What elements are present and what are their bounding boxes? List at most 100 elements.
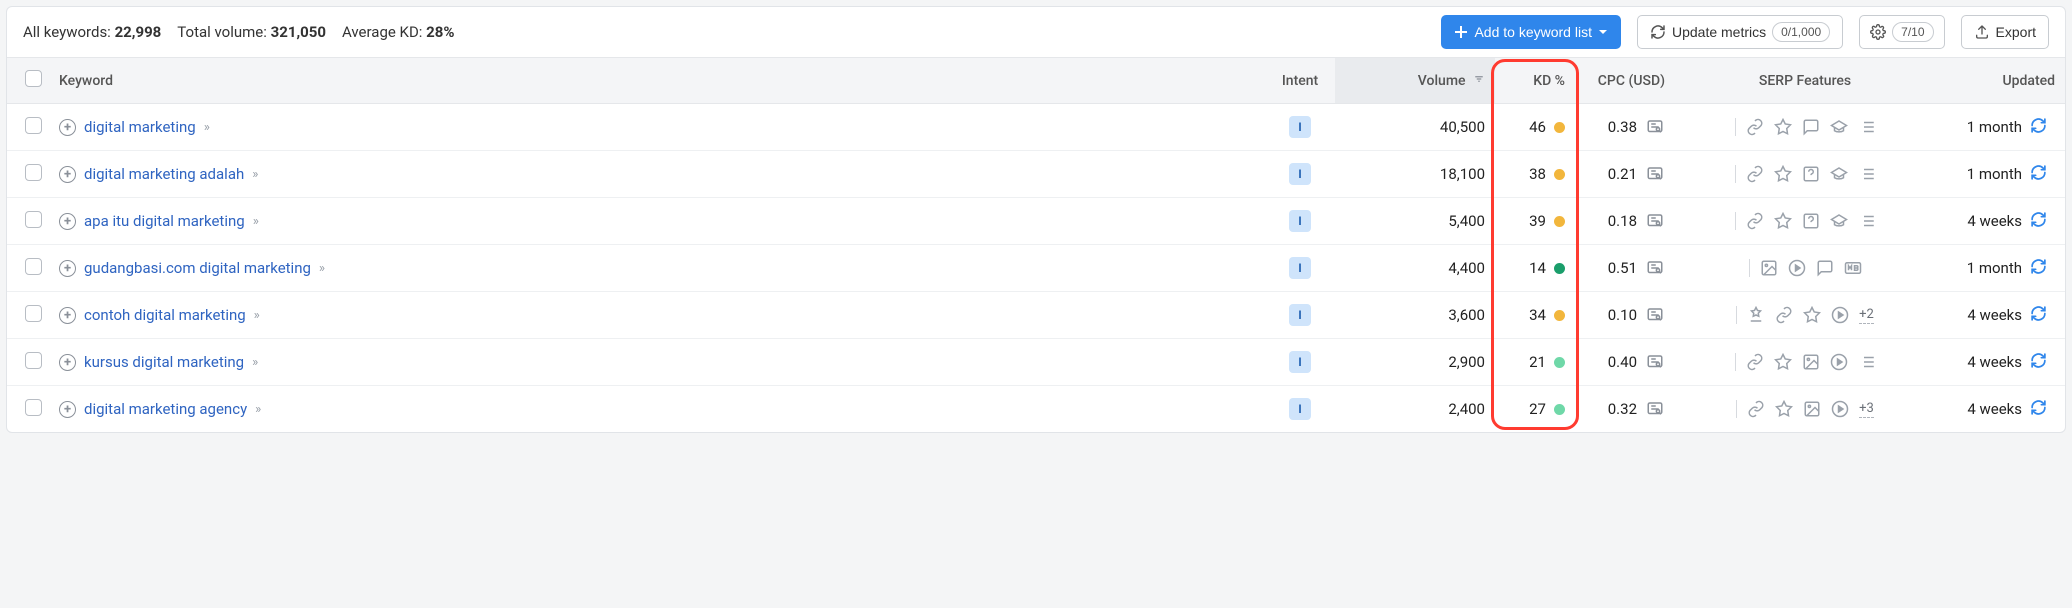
serp-overview-icon[interactable] [1645, 400, 1665, 418]
column-serp[interactable]: SERP Features [1675, 58, 1935, 104]
star-icon[interactable] [1774, 212, 1792, 230]
keyword-link[interactable]: gudangbasi.com digital marketing [84, 259, 311, 277]
ads-icon[interactable] [1844, 259, 1862, 277]
expand-icon[interactable]: + [59, 354, 76, 371]
serp-overview-icon[interactable] [1645, 259, 1665, 277]
kd-dot-icon [1554, 310, 1565, 321]
serp-overview-icon[interactable] [1645, 353, 1665, 371]
review-icon[interactable] [1816, 259, 1834, 277]
row-checkbox[interactable] [25, 352, 42, 369]
export-button[interactable]: Export [1961, 15, 2049, 49]
intent-badge[interactable]: I [1289, 116, 1311, 138]
intent-badge[interactable]: I [1289, 398, 1311, 420]
column-updated[interactable]: Updated [1935, 58, 2065, 104]
refresh-icon[interactable] [2030, 117, 2047, 138]
video-icon[interactable] [1788, 259, 1806, 277]
knowledge-icon[interactable] [1830, 212, 1848, 230]
more-features-badge[interactable]: +2 [1859, 307, 1874, 324]
keyword-link[interactable]: contoh digital marketing [84, 306, 246, 324]
volume-value: 5,400 [1335, 198, 1495, 245]
cpc-value: 0.40 [1608, 353, 1637, 371]
star-icon[interactable] [1774, 165, 1792, 183]
serp-overview-icon[interactable] [1645, 118, 1665, 136]
add-to-list-button[interactable]: Add to keyword list [1441, 15, 1621, 49]
serp-overview-icon[interactable] [1645, 306, 1665, 324]
list-icon[interactable] [1858, 165, 1876, 183]
star-icon[interactable] [1803, 306, 1821, 324]
select-all-checkbox[interactable] [25, 70, 42, 87]
expand-icon[interactable]: + [59, 401, 76, 418]
more-features-badge[interactable]: +3 [1859, 401, 1874, 418]
video-icon[interactable] [1830, 353, 1848, 371]
expand-icon[interactable]: + [59, 307, 76, 324]
review-icon[interactable] [1802, 118, 1820, 136]
knowledge-icon[interactable] [1830, 165, 1848, 183]
refresh-icon[interactable] [2030, 211, 2047, 232]
intent-badge[interactable]: I [1289, 210, 1311, 232]
keyword-link[interactable]: kursus digital marketing [84, 353, 244, 371]
row-checkbox[interactable] [25, 305, 42, 322]
column-intent[interactable]: Intent [1265, 58, 1335, 104]
button-label: Add to keyword list [1474, 24, 1592, 40]
chevrons-icon: » [255, 402, 259, 417]
image-icon[interactable] [1803, 400, 1821, 418]
link-icon[interactable] [1746, 353, 1764, 371]
snippet-icon[interactable] [1747, 306, 1765, 324]
settings-button[interactable]: 7/10 [1859, 15, 1944, 49]
image-icon[interactable] [1802, 353, 1820, 371]
row-checkbox[interactable] [25, 399, 42, 416]
link-icon[interactable] [1775, 306, 1793, 324]
knowledge-icon[interactable] [1830, 118, 1848, 136]
intent-badge[interactable]: I [1289, 163, 1311, 185]
serp-overview-icon[interactable] [1645, 165, 1665, 183]
expand-icon[interactable]: + [59, 166, 76, 183]
keyword-link[interactable]: digital marketing [84, 118, 196, 136]
kd-value: 21 [1529, 353, 1546, 371]
column-volume[interactable]: Volume [1335, 58, 1495, 104]
column-kd[interactable]: KD % [1495, 58, 1575, 104]
column-label: Volume [1418, 73, 1466, 89]
intent-badge[interactable]: I [1289, 351, 1311, 373]
stat-value: 321,050 [271, 23, 326, 41]
video-icon[interactable] [1831, 400, 1849, 418]
volume-value: 4,400 [1335, 245, 1495, 292]
faq-icon[interactable] [1802, 165, 1820, 183]
video-icon[interactable] [1831, 306, 1849, 324]
star-icon[interactable] [1775, 400, 1793, 418]
update-metrics-button[interactable]: Update metrics 0/1,000 [1637, 15, 1843, 49]
link-icon[interactable] [1746, 212, 1764, 230]
keyword-link[interactable]: apa itu digital marketing [84, 212, 245, 230]
image-icon[interactable] [1760, 259, 1778, 277]
list-icon[interactable] [1858, 118, 1876, 136]
link-icon[interactable] [1746, 118, 1764, 136]
expand-icon[interactable]: + [59, 213, 76, 230]
volume-value: 18,100 [1335, 151, 1495, 198]
row-checkbox[interactable] [25, 117, 42, 134]
link-icon[interactable] [1746, 165, 1764, 183]
volume-value: 2,400 [1335, 386, 1495, 433]
divider [1749, 259, 1750, 277]
intent-badge[interactable]: I [1289, 257, 1311, 279]
keyword-link[interactable]: digital marketing agency [84, 400, 247, 418]
row-checkbox[interactable] [25, 258, 42, 275]
faq-icon[interactable] [1802, 212, 1820, 230]
row-checkbox[interactable] [25, 211, 42, 228]
refresh-icon[interactable] [2030, 164, 2047, 185]
column-keyword[interactable]: Keyword [49, 58, 1265, 104]
star-icon[interactable] [1774, 118, 1792, 136]
star-icon[interactable] [1774, 353, 1792, 371]
link-icon[interactable] [1747, 400, 1765, 418]
refresh-icon[interactable] [2030, 305, 2047, 326]
row-checkbox[interactable] [25, 164, 42, 181]
refresh-icon[interactable] [2030, 258, 2047, 279]
expand-icon[interactable]: + [59, 119, 76, 136]
keyword-link[interactable]: digital marketing adalah [84, 165, 244, 183]
list-icon[interactable] [1858, 212, 1876, 230]
refresh-icon[interactable] [2030, 352, 2047, 373]
expand-icon[interactable]: + [59, 260, 76, 277]
refresh-icon[interactable] [2030, 399, 2047, 420]
serp-overview-icon[interactable] [1645, 212, 1665, 230]
column-cpc[interactable]: CPC (USD) [1575, 58, 1675, 104]
intent-badge[interactable]: I [1289, 304, 1311, 326]
list-icon[interactable] [1858, 353, 1876, 371]
